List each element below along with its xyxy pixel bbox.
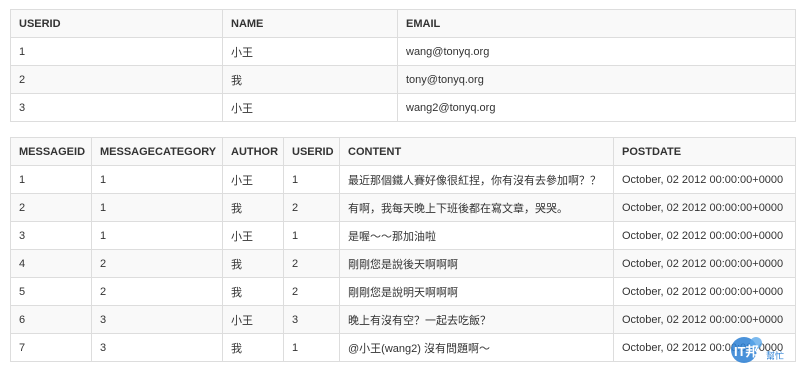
cell-userid: 3	[10, 93, 223, 122]
cell-messagecategory: 3	[91, 305, 223, 334]
ithome-logo-watermark: IT邦 幫忙	[731, 337, 784, 363]
cell-messageid: 7	[10, 333, 92, 362]
table-row: 2 1 我 2 有啊，我每天晚上下班後都在寫文章，哭哭。 October, 02…	[10, 193, 796, 222]
users-header-row: USERID NAME EMAIL	[10, 9, 796, 38]
cell-messageid: 4	[10, 249, 92, 278]
cell-messagecategory: 1	[91, 221, 223, 250]
column-header-author: AUTHOR	[222, 137, 284, 166]
cell-messagecategory: 1	[91, 193, 223, 222]
cell-messageid: 2	[10, 193, 92, 222]
cell-messagecategory: 1	[91, 165, 223, 194]
table-row: 7 3 我 1 @小王(wang2) 沒有問題啊～ October, 02 20…	[10, 333, 796, 362]
column-header-name: NAME	[222, 9, 398, 38]
column-header-messageid: MESSAGEID	[10, 137, 92, 166]
cell-content: @小王(wang2) 沒有問題啊～	[339, 333, 614, 362]
cell-author: 小王	[222, 165, 284, 194]
cell-author: 我	[222, 249, 284, 278]
table-row: 3 小王 wang2@tonyq.org	[10, 93, 796, 122]
cell-author: 我	[222, 193, 284, 222]
messages-table: MESSAGEID MESSAGECATEGORY AUTHOR USERID …	[10, 137, 796, 362]
cell-email: tony@tonyq.org	[397, 65, 796, 94]
cell-author: 小王	[222, 221, 284, 250]
cell-content: 晚上有沒有空？一起去吃飯？	[339, 305, 614, 334]
cell-userid: 2	[10, 65, 223, 94]
cell-messagecategory: 2	[91, 277, 223, 306]
messages-header-row: MESSAGEID MESSAGECATEGORY AUTHOR USERID …	[10, 137, 796, 166]
cell-userid: 2	[283, 277, 340, 306]
cell-userid: 2	[283, 193, 340, 222]
cell-userid: 1	[283, 333, 340, 362]
column-header-userid: USERID	[283, 137, 340, 166]
cell-content: 剛剛您是說後天啊啊啊	[339, 249, 614, 278]
column-header-email: EMAIL	[397, 9, 796, 38]
cell-postdate: October, 02 2012 00:00:00+0000	[613, 221, 796, 250]
table-row: 6 3 小王 3 晚上有沒有空？一起去吃飯？ October, 02 2012 …	[10, 305, 796, 334]
cell-userid: 1	[283, 221, 340, 250]
cell-messageid: 1	[10, 165, 92, 194]
cell-userid: 2	[283, 249, 340, 278]
table-row: 5 2 我 2 剛剛您是說明天啊啊啊 October, 02 2012 00:0…	[10, 277, 796, 306]
column-header-content: CONTENT	[339, 137, 614, 166]
users-table: USERID NAME EMAIL 1 小王 wang@tonyq.org 2 …	[10, 9, 796, 122]
cell-email: wang@tonyq.org	[397, 37, 796, 66]
cell-postdate: October, 02 2012 00:00:00+0000	[613, 193, 796, 222]
cell-userid: 1	[283, 165, 340, 194]
cell-messageid: 6	[10, 305, 92, 334]
cell-userid: 1	[10, 37, 223, 66]
cell-author: 我	[222, 277, 284, 306]
cell-email: wang2@tonyq.org	[397, 93, 796, 122]
page: USERID NAME EMAIL 1 小王 wang@tonyq.org 2 …	[0, 0, 800, 371]
cell-postdate: October, 02 2012 00:00:00+0000	[613, 305, 796, 334]
cell-content: 最近那個鐵人賽好像很紅捏，你有沒有去參加啊？？	[339, 165, 614, 194]
cell-name: 我	[222, 65, 398, 94]
cell-postdate: October, 02 2012 00:00:00+0000	[613, 277, 796, 306]
logo-subtext: 幫忙	[766, 350, 784, 362]
cell-userid: 3	[283, 305, 340, 334]
table-row: 3 1 小王 1 是喔～～那加油啦 October, 02 2012 00:00…	[10, 221, 796, 250]
table-row: 1 小王 wang@tonyq.org	[10, 37, 796, 66]
cell-author: 小王	[222, 305, 284, 334]
cell-postdate: October, 02 2012 00:00:00+0000	[613, 249, 796, 278]
logo-text: IT邦	[734, 344, 759, 359]
table-row: 4 2 我 2 剛剛您是說後天啊啊啊 October, 02 2012 00:0…	[10, 249, 796, 278]
table-row: 1 1 小王 1 最近那個鐵人賽好像很紅捏，你有沒有去參加啊？？ October…	[10, 165, 796, 194]
cell-messageid: 3	[10, 221, 92, 250]
cell-messageid: 5	[10, 277, 92, 306]
cell-postdate: October, 02 2012 00:00:00+0000	[613, 165, 796, 194]
cell-messagecategory: 2	[91, 249, 223, 278]
cell-name: 小王	[222, 37, 398, 66]
cell-content: 是喔～～那加油啦	[339, 221, 614, 250]
column-header-userid: USERID	[10, 9, 223, 38]
column-header-messagecategory: MESSAGECATEGORY	[91, 137, 223, 166]
cell-content: 有啊，我每天晚上下班後都在寫文章，哭哭。	[339, 193, 614, 222]
cell-name: 小王	[222, 93, 398, 122]
cell-messagecategory: 3	[91, 333, 223, 362]
cell-author: 我	[222, 333, 284, 362]
column-header-postdate: POSTDATE	[613, 137, 796, 166]
table-row: 2 我 tony@tonyq.org	[10, 65, 796, 94]
cell-content: 剛剛您是說明天啊啊啊	[339, 277, 614, 306]
